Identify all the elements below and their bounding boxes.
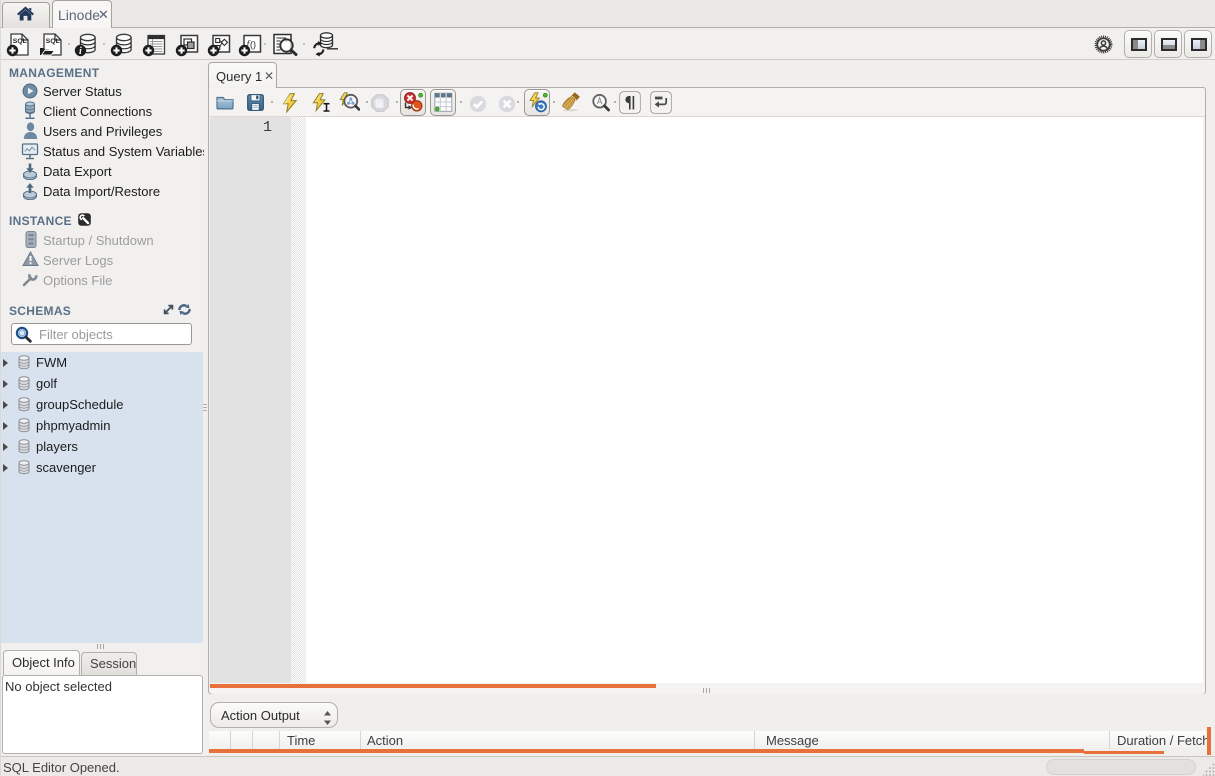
svg-text:i: i <box>79 46 82 57</box>
svg-text:(): () <box>250 40 256 50</box>
svg-text:SQL: SQL <box>13 38 27 45</box>
svg-text:SQL: SQL <box>46 38 60 45</box>
